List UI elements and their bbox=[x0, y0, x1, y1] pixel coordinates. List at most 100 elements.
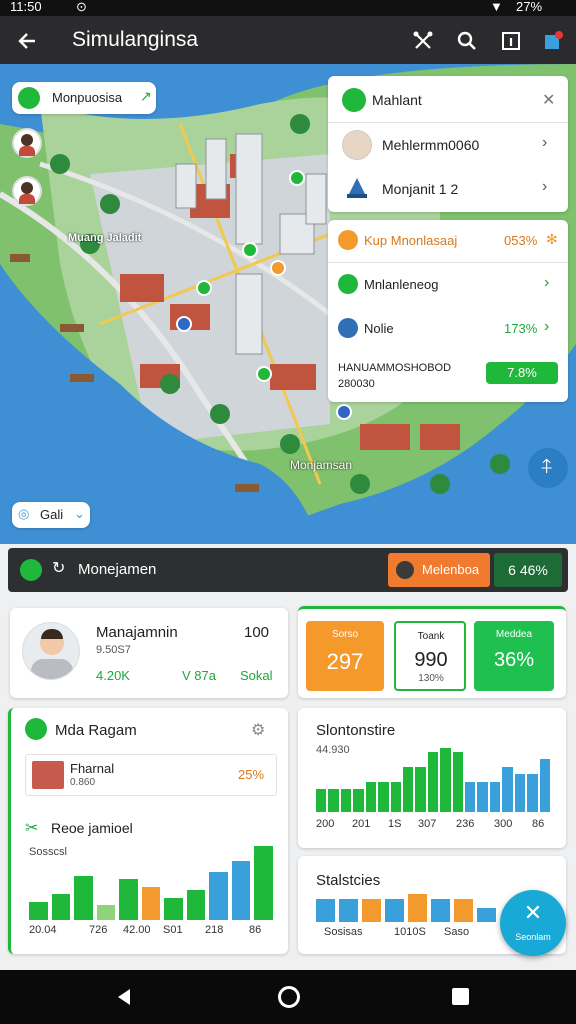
tick-label: 236 bbox=[456, 818, 475, 830]
chart-bar bbox=[440, 748, 451, 812]
chart-bar bbox=[316, 789, 327, 812]
badge-icon bbox=[338, 230, 358, 250]
bar-chart bbox=[29, 846, 273, 920]
chart-bar bbox=[514, 774, 526, 812]
tile-label: Meddea bbox=[495, 629, 533, 640]
tick-label: 86 bbox=[249, 924, 262, 936]
chart-bar bbox=[385, 898, 404, 922]
management-bar: ↻ Monejamen Melenboa 6 46% bbox=[8, 548, 568, 592]
metric-sublabel: 280030 bbox=[338, 378, 375, 390]
metric-row[interactable]: Nolie 173% › bbox=[328, 308, 568, 350]
tick-label: S01 bbox=[163, 924, 183, 936]
map-layer-chip[interactable]: ◎ Gali ⌄ bbox=[12, 502, 90, 528]
bar-chart bbox=[316, 894, 496, 922]
profile-card[interactable]: Manajamnin 100 9.50S7 4.20K V 87a Sokal bbox=[10, 608, 288, 698]
people-icon bbox=[338, 318, 358, 338]
chart-title: Stalstcies bbox=[316, 872, 381, 889]
share-icon[interactable] bbox=[410, 28, 436, 54]
map-search-chip[interactable]: Monpuosisa ↗ bbox=[12, 82, 156, 114]
chart-bar bbox=[340, 789, 352, 812]
tick-label: Saso bbox=[444, 926, 470, 938]
chart-bar bbox=[96, 905, 116, 920]
tick-label: 1010S bbox=[394, 926, 426, 938]
chart-bar bbox=[231, 860, 251, 920]
system-nav-bar bbox=[0, 970, 576, 1024]
avatar[interactable] bbox=[12, 176, 42, 206]
map-marker[interactable] bbox=[336, 404, 352, 420]
back-arrow-icon[interactable] bbox=[14, 28, 40, 54]
person-icon: ⍏ bbox=[541, 456, 553, 478]
home-icon[interactable] bbox=[278, 986, 300, 1008]
app-bar: Simulanginsa bbox=[0, 16, 576, 64]
map-marker[interactable] bbox=[289, 170, 305, 186]
metrics-panel: Kup Mnonlasaaj 053% ✻ Mnlanleneog › Noli… bbox=[328, 220, 568, 402]
management-title: Monejamen bbox=[78, 561, 157, 578]
chart-bar bbox=[353, 789, 364, 812]
building-icon bbox=[344, 176, 370, 200]
town-label: Monjamsan bbox=[290, 458, 353, 472]
avatar[interactable] bbox=[12, 128, 42, 158]
fab-button[interactable]: ✕ Seonlam bbox=[500, 890, 566, 956]
analytics-title: Mda Ragam bbox=[55, 722, 137, 739]
map-marker[interactable] bbox=[176, 316, 192, 332]
chart-bar bbox=[502, 766, 513, 812]
avatar bbox=[22, 622, 80, 680]
layer-icon: ◎ bbox=[18, 506, 30, 521]
tile-value: 990 bbox=[414, 649, 448, 671]
refresh-icon[interactable]: ↻ bbox=[52, 558, 65, 578]
map-marker[interactable] bbox=[242, 242, 258, 258]
chart-bar bbox=[415, 766, 426, 812]
settings-icon[interactable]: ⚙ bbox=[251, 720, 265, 740]
list-item[interactable]: Monjanit 1 2 › bbox=[328, 168, 568, 210]
map-marker[interactable] bbox=[196, 280, 212, 296]
action-button[interactable]: Melenboa bbox=[388, 553, 490, 587]
management-value: 6 46% bbox=[494, 553, 562, 587]
summary-tiles: Sorso 297 Toank 990 130% Meddea 36% bbox=[298, 606, 566, 698]
tick-label: 42.00 bbox=[123, 924, 151, 936]
chart-bar bbox=[539, 759, 550, 812]
chart-bar bbox=[362, 898, 381, 922]
list-item-label: Mehlermm0060 bbox=[382, 137, 480, 153]
tick-label: 20.04 bbox=[29, 924, 57, 936]
chart-bar bbox=[74, 875, 93, 920]
status-bar: 11:50 ⊙ ▼ 27% bbox=[0, 0, 576, 16]
metric-label: Mnlanleneog bbox=[364, 277, 439, 292]
metric-row[interactable]: HANUAMMOSHOBOD 280030 7.8% bbox=[328, 350, 568, 402]
list-item[interactable]: Fharnal 0.860 25% bbox=[25, 754, 277, 796]
tick-label: 1S bbox=[388, 818, 402, 830]
chart-bar bbox=[119, 879, 138, 920]
tile[interactable]: Meddea 36% bbox=[474, 621, 554, 691]
info-icon[interactable] bbox=[498, 28, 524, 54]
metric-row[interactable]: Mnlanleneog › bbox=[328, 264, 568, 306]
metric-label: Kup Mnonlasaaj bbox=[364, 233, 458, 248]
status-time: 11:50 bbox=[10, 0, 42, 14]
back-icon[interactable] bbox=[114, 987, 134, 1012]
chart-bar bbox=[390, 781, 401, 812]
list-item[interactable]: Mehlermm0060 › bbox=[328, 124, 568, 166]
map-marker[interactable] bbox=[270, 260, 286, 276]
chart-icon bbox=[25, 718, 47, 740]
metric-row[interactable]: Kup Mnonlasaaj 053% ✻ bbox=[328, 220, 568, 262]
profile-stat: V 87a bbox=[182, 668, 216, 683]
x-axis: 20.04 726 42.00 S01 218 86 bbox=[29, 924, 273, 940]
stats-chart-card: Slontonstire 44.930 200 201 1S 307 236 3… bbox=[298, 708, 566, 848]
chart-bar bbox=[164, 897, 183, 920]
map-marker[interactable] bbox=[256, 366, 272, 382]
locate-button[interactable]: ⍏ bbox=[528, 448, 568, 488]
profile-sub: 9.50S7 bbox=[96, 644, 131, 656]
section-title: Reoe jamioel bbox=[51, 820, 133, 836]
tile[interactable]: Toank 990 130% bbox=[394, 621, 466, 691]
notification-icon[interactable] bbox=[540, 28, 566, 54]
tile[interactable]: Sorso 297 bbox=[306, 621, 384, 691]
recents-icon[interactable] bbox=[452, 988, 469, 1005]
chart-bar bbox=[408, 894, 427, 922]
map-view[interactable]: Monpuosisa ↗ Muang Jaladit Monjamsan ◎ G… bbox=[0, 64, 576, 544]
tick-label: 218 bbox=[205, 924, 224, 936]
close-icon[interactable]: ✕ bbox=[542, 90, 555, 110]
tick-label: Sosisas bbox=[324, 926, 363, 938]
tick-label: 86 bbox=[532, 818, 545, 830]
chart-bar bbox=[339, 898, 358, 922]
tick-label: 201 bbox=[352, 818, 371, 830]
search-icon[interactable] bbox=[454, 28, 480, 54]
location-icon bbox=[342, 88, 366, 112]
